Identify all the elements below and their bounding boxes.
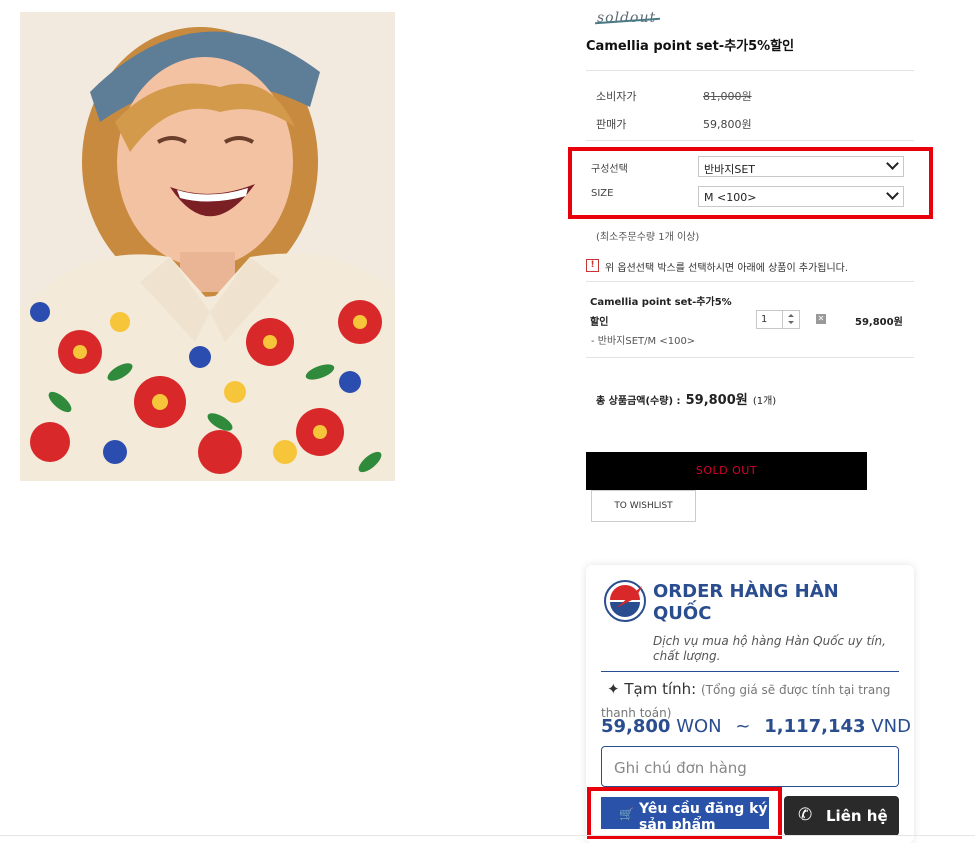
product-photo [20,12,395,481]
divider [586,70,914,71]
decrement-icon[interactable] [788,321,794,324]
composition-select[interactable]: 반바지SET [698,156,904,177]
order-widget-title: ORDER HÀNG HÀN QUỐC [653,581,839,624]
selected-item-name: Camellia point set-추가5% [590,297,732,308]
chevron-down-icon [886,187,899,200]
request-product-button[interactable]: 🛒 Yêu cầu đăng ký sản phẩm [601,797,769,829]
cart-icon: 🛒 [619,807,634,821]
price-vnd-value: 1,117,143 [764,716,866,737]
size-select[interactable]: M <100> [698,186,904,207]
total-count: (1개) [752,396,777,407]
warning-icon: ! [586,259,599,272]
airplane-logo-icon [604,580,646,622]
selected-item-price: 59,800원 [855,317,903,328]
stepper-arrows [782,311,799,328]
consumer-price-value: 81,000원 [703,90,752,103]
quantity-value: 1 [761,314,768,325]
increment-icon[interactable] [788,314,794,317]
size-label: SIZE [591,188,614,199]
divider [586,281,914,282]
sale-price-label: 판매가 [596,118,627,131]
total-label: 총 상품금액(수량) : [596,396,681,407]
min-order-note: (최소주문수량 1개 이상) [596,232,700,243]
consumer-price-label: 소비자가 [596,90,637,103]
contact-label: Liên hệ [826,807,888,825]
selected-item-option: - 반바지SET/M <100> [591,336,696,347]
estimate-label: Tạm tính: [624,680,697,698]
order-widget-subtitle: Dịch vụ mua hộ hàng Hàn Quốc uy tín, chấ… [653,634,886,663]
divider [586,357,914,358]
divider [0,835,975,836]
composition-label: 구성선택 [591,164,628,175]
option-warning-text: 위 옵션선택 박스를 선택하시면 아래에 상품이 추가됩니다. [605,263,849,274]
contact-button[interactable]: ✆ Liên hệ [784,796,899,836]
selected-item-name-cont: 할인 [590,317,609,328]
divider [586,140,914,141]
sale-price-value: 59,800원 [703,118,752,131]
price-won-value: 59,800 [601,716,671,737]
composition-select-value: 반바지SET [704,163,756,176]
sold-out-button[interactable]: SOLD OUT [586,452,867,490]
request-product-label: Yêu cầu đăng ký sản phẩm [639,801,768,829]
price-won-unit: WON [676,716,722,737]
quantity-stepper[interactable]: 1 [756,310,800,329]
price-tilde: ~ [735,716,751,737]
product-title: Camellia point set-추가5%할인 [586,39,795,54]
remove-item-icon[interactable]: ✕ [816,314,826,324]
order-note-input[interactable]: Ghi chú đơn hàng [601,746,899,787]
price-vnd-unit: VND [871,716,911,737]
estimated-price: 59,800 WON ~ 1,117,143 VND [601,716,911,737]
total-amount-row: 총 상품금액(수량) : 59,800원 (1개) [596,389,776,408]
sparkle-icon: ✦ [607,680,620,698]
divider [601,671,899,672]
wishlist-button[interactable]: TO WISHLIST [591,490,696,522]
brand-logo: soldout [597,10,657,26]
size-select-value: M <100> [704,191,757,204]
phone-icon: ✆ [798,805,813,825]
total-amount: 59,800원 [685,393,748,408]
chevron-down-icon [886,157,899,170]
